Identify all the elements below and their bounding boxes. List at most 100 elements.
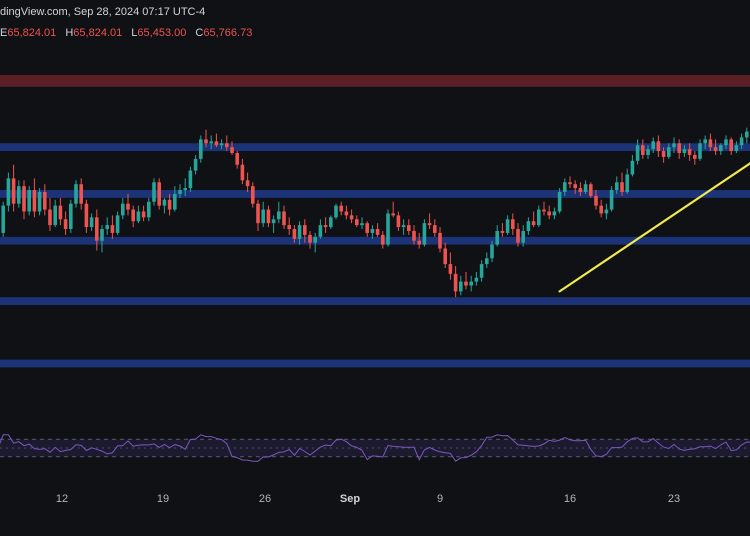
- candle-body-123: [635, 145, 640, 161]
- candle-body-33: [167, 199, 172, 210]
- candle-47: [240, 158, 245, 185]
- candle-body-27: [136, 211, 141, 222]
- candle-49: [251, 182, 255, 208]
- candle-body-32: [162, 199, 167, 206]
- candle-105: [542, 201, 546, 216]
- candle-123: [635, 139, 640, 165]
- candle-body-48: [245, 180, 250, 187]
- candle-body-64: [329, 217, 333, 228]
- candle-body-92: [474, 277, 479, 282]
- candle-body-79: [407, 225, 411, 231]
- candle-body-51: [261, 209, 265, 224]
- candle-17: [84, 199, 89, 233]
- candle-86: [443, 242, 447, 268]
- candle-56: [287, 217, 291, 235]
- candle-46: [235, 151, 239, 169]
- candle-body-41: [209, 141, 213, 144]
- candle-42: [214, 133, 219, 148]
- candle-116: [599, 199, 603, 218]
- candle-29: [147, 197, 151, 222]
- candle-body-110: [568, 182, 572, 185]
- candle-64: [329, 215, 333, 230]
- candle-body-144: [745, 131, 749, 138]
- candle-142: [734, 141, 739, 154]
- candle-body-45: [230, 147, 234, 154]
- candle-body-77: [396, 215, 401, 228]
- candle-body-122: [630, 160, 635, 175]
- candle-body-72: [370, 229, 375, 233]
- price-chart[interactable]: 12 19 26 Sep 9 16 23: [0, 0, 750, 536]
- candle-body-52: [266, 209, 271, 224]
- candle-body-71: [365, 223, 369, 233]
- candle-51: [261, 201, 265, 228]
- candle-body-17: [84, 203, 89, 228]
- x-axis: 12 19 26 Sep 9 16 23: [56, 493, 680, 505]
- candle-113: [583, 180, 588, 194]
- candle-body-29: [147, 201, 151, 218]
- candle-body-105: [542, 209, 546, 212]
- candle-30: [152, 178, 156, 206]
- candle-body-36: [183, 188, 187, 191]
- candle-31: [157, 178, 161, 210]
- candle-10: [48, 197, 52, 231]
- candle-68: [349, 209, 354, 224]
- candle-body-96: [495, 230, 499, 245]
- candle-body-98: [505, 219, 510, 233]
- candle-body-38: [193, 158, 198, 171]
- trendline-layer: [558, 162, 750, 293]
- candle-body-118: [609, 190, 614, 210]
- candle-99: [511, 213, 515, 235]
- candle-102: [526, 217, 531, 235]
- candle-body-68: [349, 215, 354, 220]
- candle-103: [531, 211, 536, 228]
- candle-134: [693, 151, 697, 165]
- candle-body-49: [251, 186, 255, 204]
- candle-50: [256, 199, 260, 231]
- candle-53: [271, 215, 276, 233]
- candle-92: [474, 271, 479, 286]
- candle-4: [17, 180, 21, 208]
- candle-27: [136, 205, 141, 224]
- candle-body-94: [485, 258, 489, 265]
- candle-85: [438, 227, 442, 253]
- candle-12: [58, 197, 63, 226]
- candle-body-82: [422, 223, 427, 245]
- candle-81: [417, 232, 421, 249]
- candle-body-53: [271, 219, 276, 224]
- candle-body-117: [604, 209, 609, 214]
- candle-39: [199, 135, 203, 163]
- support-zone-1: [0, 190, 750, 198]
- candle-110: [568, 176, 572, 189]
- candle-body-25: [126, 203, 130, 210]
- candle-106: [547, 205, 551, 220]
- candle-26: [131, 205, 135, 228]
- candle-body-121: [625, 174, 629, 192]
- candle-body-67: [344, 211, 349, 216]
- candle-52: [266, 205, 271, 228]
- candle-body-132: [682, 149, 687, 154]
- candle-117: [604, 203, 609, 220]
- candle-body-97: [500, 230, 505, 233]
- candle-body-1: [1, 205, 5, 233]
- candle-body-43: [219, 143, 224, 146]
- candle-body-130: [672, 143, 676, 148]
- candle-122: [630, 154, 635, 177]
- candle-body-124: [641, 145, 645, 155]
- candle-97: [500, 223, 505, 237]
- candle-body-90: [464, 281, 468, 286]
- candle-body-30: [152, 182, 156, 202]
- candle-65: [334, 203, 338, 220]
- candle-body-108: [557, 192, 562, 212]
- candle-15: [74, 180, 78, 208]
- candle-body-89: [459, 281, 463, 292]
- candle-body-143: [739, 137, 744, 146]
- candle-75: [386, 209, 390, 247]
- candle-body-80: [412, 230, 416, 241]
- candle-38: [193, 154, 198, 175]
- candle-body-28: [141, 211, 146, 218]
- candle-layer: [1, 127, 749, 298]
- candle-body-93: [479, 264, 484, 278]
- candle-body-16: [79, 184, 83, 204]
- candle-body-46: [235, 153, 239, 165]
- candle-body-57: [292, 229, 297, 239]
